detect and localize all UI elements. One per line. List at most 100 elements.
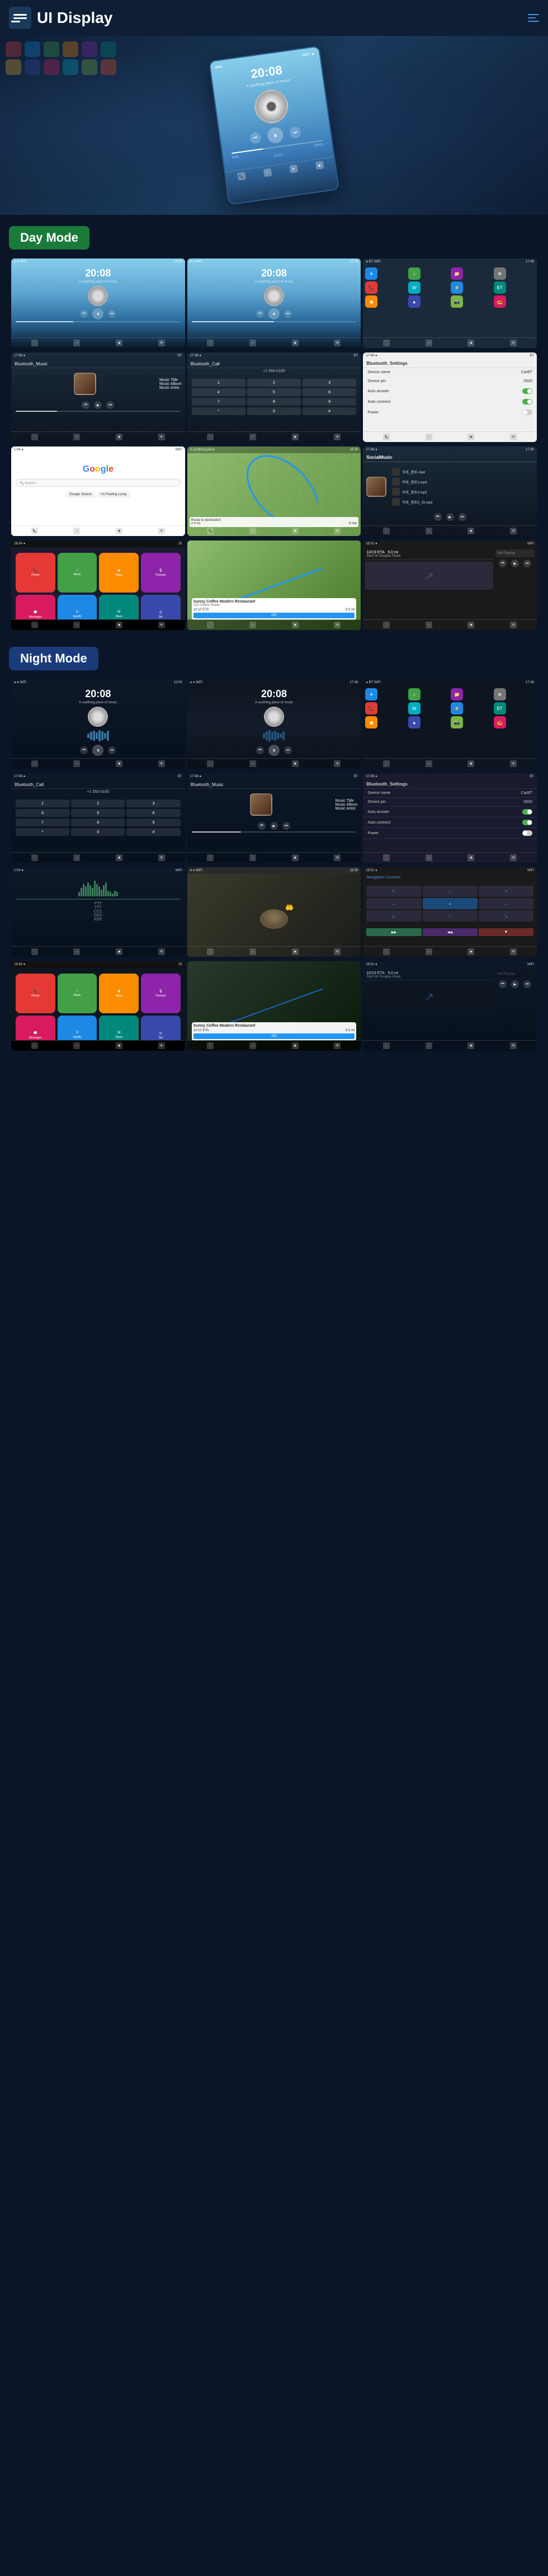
bi-nav[interactable]: ◉ — [292, 854, 299, 861]
bi-nav[interactable]: ◉ — [292, 528, 299, 534]
bi-nav[interactable]: ◉ — [116, 948, 122, 955]
next-btn[interactable]: ⏭ — [284, 310, 292, 318]
bi-set[interactable]: ⚙ — [334, 434, 341, 440]
prev-btn[interactable]: ⏮ — [499, 980, 507, 988]
play-btn[interactable]: ▶ — [446, 513, 454, 521]
key-hash[interactable]: # — [303, 407, 356, 415]
bi-music[interactable]: ♪ — [249, 434, 256, 440]
next-btn[interactable]: ⏭ — [106, 401, 114, 409]
bi-dial[interactable]: 📞 — [207, 528, 214, 534]
next-btn[interactable]: ⏭ — [108, 310, 116, 318]
key-3[interactable]: 3 — [126, 800, 180, 807]
pause-btn[interactable]: ⏸ — [268, 745, 280, 756]
bi-set[interactable]: ⚙ — [334, 1042, 341, 1049]
app-music[interactable]: ♪ — [408, 267, 421, 280]
bi-set[interactable]: ⚙ — [158, 340, 165, 346]
bi-music[interactable]: ♪ — [249, 854, 256, 861]
prev-btn[interactable]: ⏮ — [82, 401, 89, 409]
feeling-lucky-btn[interactable]: I'm Feeling Lucky — [97, 491, 130, 498]
next-button[interactable]: ⏭ — [289, 126, 302, 139]
nav-center[interactable]: ● — [423, 898, 478, 909]
app-radio[interactable]: 📻 — [494, 716, 506, 728]
app-maps[interactable]: ◉ — [365, 716, 377, 728]
bi-music[interactable]: ♪ — [73, 854, 80, 861]
bi-set[interactable]: ⚙ — [510, 528, 517, 534]
nav-tr[interactable]: ↗ — [479, 886, 533, 897]
bi-set[interactable]: ⚙ — [158, 948, 165, 955]
bi-nav[interactable]: ◉ — [116, 760, 122, 767]
carplay-music[interactable]: ♪Music — [58, 974, 97, 1013]
bi-nav[interactable]: ◉ — [467, 760, 474, 767]
play-btn[interactable]: ▶ — [511, 560, 519, 567]
bi-music[interactable]: ♪ — [426, 340, 432, 346]
key-0[interactable]: 0 — [247, 407, 301, 415]
bi-music[interactable]: ♪ — [426, 1042, 432, 1049]
bi-nav[interactable]: ◉ — [467, 340, 474, 346]
carplay-phone[interactable]: 📞Phone — [16, 553, 55, 593]
app-phone[interactable]: 📞 — [365, 281, 377, 294]
app-files[interactable]: 📁 — [451, 688, 463, 701]
bi-dial[interactable]: 📞 — [31, 434, 38, 440]
bi-music[interactable]: ♪ — [426, 622, 432, 628]
app-telegram[interactable]: ✈ — [365, 688, 377, 701]
prev-btn[interactable]: ⏮ — [80, 310, 88, 318]
key-0[interactable]: 0 — [71, 828, 125, 836]
prev-btn[interactable]: ⏮ — [434, 513, 442, 521]
toggle-auto-connect[interactable] — [522, 399, 532, 405]
bi-nav[interactable]: ◉ — [467, 854, 474, 861]
google-search-bar[interactable]: 🔍 Search... — [16, 479, 181, 487]
carplay-maps[interactable]: ◉Maps — [99, 974, 139, 1013]
bi-music[interactable]: ♪ — [249, 760, 256, 767]
bi-dial[interactable]: 📞 — [207, 1042, 214, 1049]
next-btn[interactable]: ⏭ — [523, 980, 531, 988]
bi-dial[interactable]: 📞 — [207, 340, 214, 346]
bi-dial[interactable]: 📞 — [383, 948, 390, 955]
app-nav[interactable]: ▲ — [408, 716, 421, 728]
nav-bl[interactable]: ↙ — [366, 910, 421, 922]
key-8[interactable]: 8 — [247, 398, 301, 406]
carplay-podcast[interactable]: 🎙Podcast — [141, 974, 181, 1013]
key-star[interactable]: * — [192, 407, 245, 415]
bi-music[interactable]: ♪ — [73, 528, 80, 534]
bi-dial[interactable]: 📞 — [207, 434, 214, 440]
bi-dial[interactable]: 📞 — [383, 854, 390, 861]
bi-music[interactable]: ♪ — [73, 340, 80, 346]
bi-nav[interactable]: ◉ — [467, 434, 474, 440]
nav-l[interactable]: ← — [366, 898, 421, 909]
bi-dial[interactable]: 📞 — [207, 760, 214, 767]
bi-nav[interactable]: ◉ — [467, 622, 474, 628]
app-bt[interactable]: ⚡ — [451, 281, 463, 294]
bi-set[interactable]: ⚙ — [510, 1042, 517, 1049]
bi-music[interactable]: ♪ — [426, 948, 432, 955]
bi-dial[interactable]: 📞 — [31, 760, 38, 767]
pause-button[interactable]: ⏸ — [267, 126, 285, 144]
bi-set[interactable]: ⚙ — [158, 1042, 165, 1049]
bi-dial[interactable]: 📞 — [31, 340, 38, 346]
app-maps[interactable]: ◉ — [365, 295, 377, 308]
bi-nav[interactable]: ◉ — [292, 760, 299, 767]
key-star[interactable]: * — [16, 828, 69, 836]
bi-set[interactable]: ⚙ — [510, 434, 517, 440]
bi-music[interactable]: ♪ — [249, 948, 256, 955]
bi-dial[interactable]: 📞 — [383, 434, 390, 440]
bi-nav[interactable]: ◉ — [467, 528, 474, 534]
app-nav[interactable]: ▲ — [408, 295, 421, 308]
key-3[interactable]: 3 — [303, 379, 356, 387]
toggle-power[interactable] — [522, 410, 532, 415]
bi-nav[interactable]: ◉ — [116, 528, 122, 534]
key-6[interactable]: 6 — [303, 388, 356, 396]
pause-btn[interactable]: ⏸ — [268, 308, 280, 319]
bi-music[interactable]: ♪ — [249, 340, 256, 346]
toggle-auto-connect[interactable] — [522, 820, 532, 825]
bi-dial[interactable]: 📞 — [383, 1042, 390, 1049]
bi-set[interactable]: ⚙ — [510, 622, 517, 628]
google-search-btn[interactable]: Google Search — [66, 491, 95, 498]
carplay-podcast[interactable]: 🎙Podcast — [141, 553, 181, 593]
app-telegram[interactable]: ✈ — [365, 267, 377, 280]
nav-b[interactable]: ↓ — [423, 910, 478, 922]
bi-nav[interactable]: ◉ — [292, 948, 299, 955]
bi-dial[interactable]: 📞 — [31, 528, 38, 534]
bi-music[interactable]: ♪ — [249, 528, 256, 534]
app-settings[interactable]: ⚙ — [494, 267, 506, 280]
bi-dial[interactable]: 📞 — [207, 622, 214, 628]
